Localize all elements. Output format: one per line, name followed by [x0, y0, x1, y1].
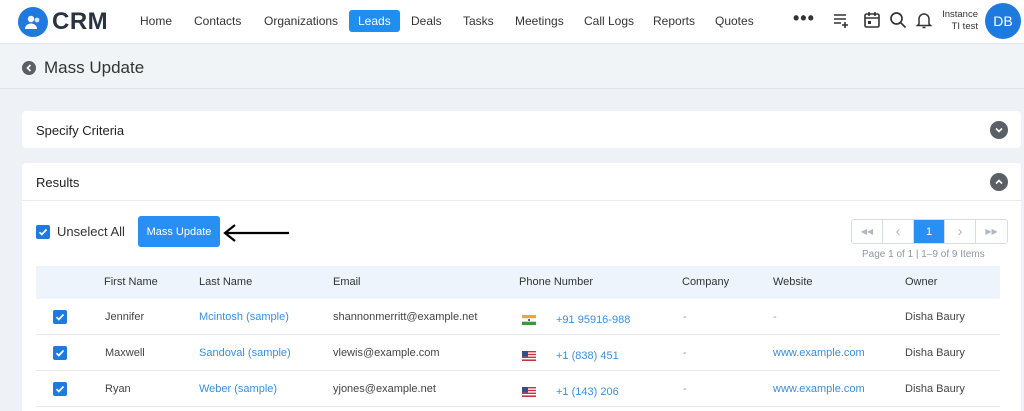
- last-name-link[interactable]: Weber (sample): [199, 383, 277, 395]
- table-row[interactable]: Maxwell Sandoval (sample) vlewis@example…: [36, 335, 1000, 371]
- first-name-cell: Maxwell: [105, 347, 145, 359]
- criteria-panel: Specify Criteria: [22, 111, 1021, 148]
- nav-meetings[interactable]: Meetings: [515, 14, 564, 28]
- us-flag-icon: [522, 351, 536, 361]
- top-navbar: CRM Home Contacts Organizations Leads De…: [0, 0, 1024, 44]
- nav-home[interactable]: Home: [140, 14, 172, 28]
- email-cell: yjones@example.net: [333, 383, 436, 395]
- add-list-icon[interactable]: [832, 11, 852, 31]
- india-flag-icon: [522, 315, 536, 325]
- column-email[interactable]: Email: [333, 276, 361, 288]
- row-checkbox[interactable]: [53, 346, 67, 360]
- table-row[interactable]: Jennifer Mcintosh (sample) shannonmerrit…: [36, 299, 1000, 335]
- logo[interactable]: CRM: [18, 7, 108, 37]
- owner-cell: Disha Baury: [905, 347, 965, 359]
- column-company[interactable]: Company: [682, 276, 729, 288]
- instance-label[interactable]: Instance TI test: [942, 9, 978, 33]
- more-menu-icon[interactable]: •••: [793, 8, 815, 29]
- table-header: First Name Last Name Email Phone Number …: [36, 266, 1000, 299]
- results-title[interactable]: Results: [36, 175, 79, 190]
- website-link[interactable]: www.example.com: [773, 347, 865, 359]
- page-header: Mass Update: [0, 45, 1024, 89]
- owner-cell: Disha Baury: [905, 383, 965, 395]
- mass-update-button[interactable]: Mass Update: [138, 216, 220, 247]
- last-page-button[interactable]: ▶▶: [976, 220, 1007, 243]
- row-checkbox[interactable]: [53, 310, 67, 324]
- company-cell: -: [683, 383, 687, 395]
- nav-call-logs[interactable]: Call Logs: [584, 14, 634, 28]
- user-avatar[interactable]: DB: [985, 3, 1021, 39]
- calendar-icon[interactable]: [863, 11, 883, 31]
- search-icon[interactable]: [889, 11, 909, 31]
- nav-leads[interactable]: Leads: [349, 10, 400, 32]
- crm-logo-icon: [18, 7, 48, 37]
- phone-link[interactable]: +1 (838) 451: [556, 350, 619, 362]
- instance-line-1: Instance: [942, 9, 978, 20]
- logo-text: CRM: [52, 8, 109, 35]
- column-phone-number[interactable]: Phone Number: [519, 276, 593, 288]
- criteria-title[interactable]: Specify Criteria: [36, 123, 124, 138]
- table-row[interactable]: Ryan Weber (sample) yjones@example.net +…: [36, 371, 1000, 407]
- chevron-down-icon[interactable]: [990, 121, 1008, 139]
- last-name-link[interactable]: Mcintosh (sample): [199, 311, 289, 323]
- company-cell: -: [683, 347, 687, 359]
- phone-link[interactable]: +91 95916-988: [556, 314, 630, 326]
- unselect-all-label[interactable]: Unselect All: [57, 224, 125, 239]
- email-cell: vlewis@example.com: [333, 347, 440, 359]
- row-checkbox[interactable]: [53, 382, 67, 396]
- arrow-annotation-icon: [223, 224, 289, 242]
- nav-organizations[interactable]: Organizations: [264, 14, 338, 28]
- website-cell: -: [773, 311, 777, 323]
- pagination: ◀◀ ‹ 1 › ▶▶: [851, 219, 1008, 244]
- last-name-link[interactable]: Sandoval (sample): [199, 347, 291, 359]
- instance-line-2: TI test: [951, 21, 978, 32]
- nav-tasks[interactable]: Tasks: [463, 14, 494, 28]
- us-flag-icon: [522, 387, 536, 397]
- nav-deals[interactable]: Deals: [411, 14, 442, 28]
- prev-page-button[interactable]: ‹: [883, 220, 914, 243]
- column-owner[interactable]: Owner: [905, 276, 937, 288]
- next-page-button[interactable]: ›: [945, 220, 976, 243]
- back-arrow-icon[interactable]: [22, 61, 36, 75]
- page-info: Page 1 of 1 | 1–9 of 9 Items: [862, 249, 985, 260]
- owner-cell: Disha Baury: [905, 311, 965, 323]
- nav-reports[interactable]: Reports: [653, 14, 695, 28]
- column-first-name[interactable]: First Name: [104, 276, 158, 288]
- nav-quotes[interactable]: Quotes: [715, 14, 754, 28]
- email-cell: shannonmerritt@example.net: [333, 311, 478, 323]
- unselect-all-checkbox[interactable]: [36, 224, 50, 239]
- first-name-cell: Jennifer: [105, 311, 145, 323]
- phone-link[interactable]: +1 (143) 206: [556, 386, 619, 398]
- column-last-name[interactable]: Last Name: [199, 276, 252, 288]
- page-title: Mass Update: [44, 58, 145, 77]
- bell-icon[interactable]: [915, 11, 935, 31]
- nav-contacts[interactable]: Contacts: [194, 14, 241, 28]
- website-link[interactable]: www.example.com: [773, 383, 865, 395]
- company-cell: -: [683, 311, 687, 323]
- page-1-button[interactable]: 1: [914, 220, 945, 243]
- first-page-button[interactable]: ◀◀: [852, 220, 883, 243]
- unselect-all[interactable]: Unselect All: [36, 224, 125, 239]
- chevron-up-icon[interactable]: [990, 173, 1008, 191]
- divider: [22, 200, 1021, 201]
- first-name-cell: Ryan: [105, 383, 131, 395]
- column-website[interactable]: Website: [773, 276, 813, 288]
